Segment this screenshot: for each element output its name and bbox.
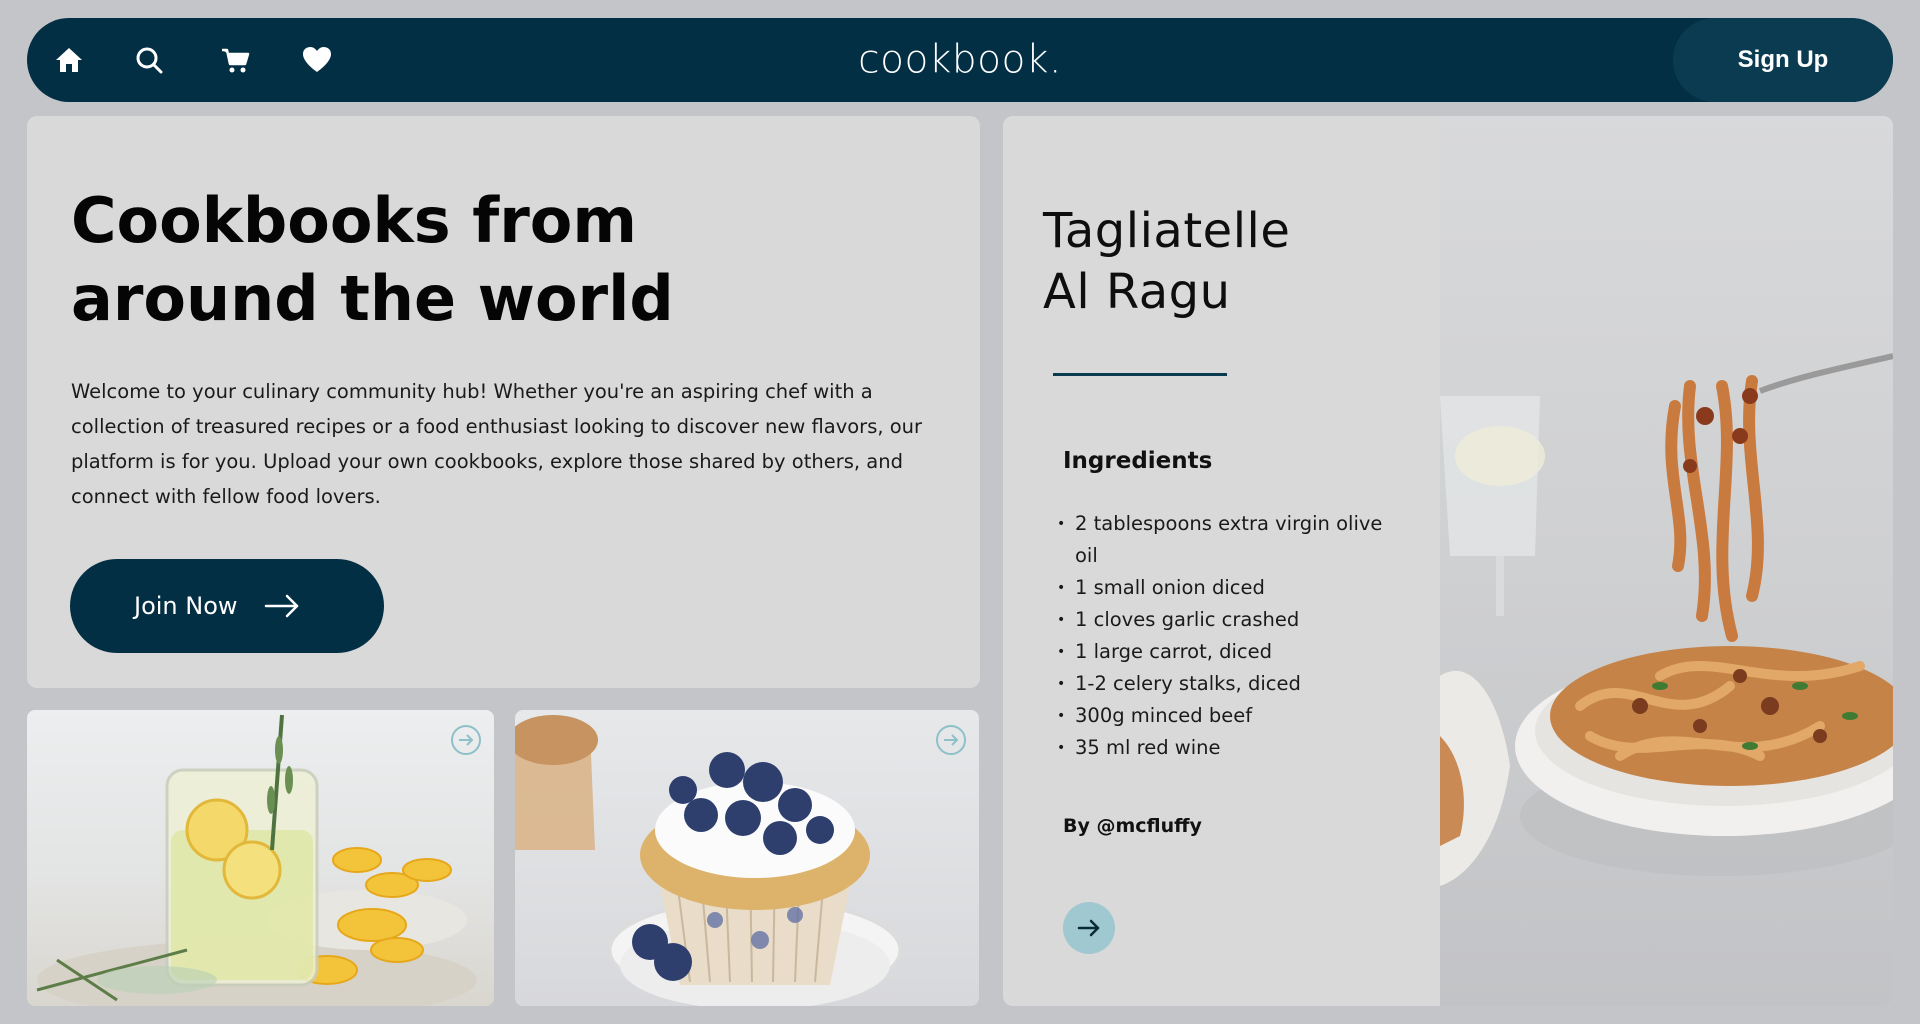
search-icon[interactable] xyxy=(135,46,163,74)
ingredient-item: 1-2 celery stalks, diced xyxy=(1057,668,1405,700)
arrow-right-icon xyxy=(264,594,300,618)
pasta-photo xyxy=(1440,116,1893,1006)
recipe-title-line1: Tagliatelle xyxy=(1043,203,1291,259)
open-arrow-icon[interactable] xyxy=(935,724,967,756)
title-divider xyxy=(1053,373,1227,376)
arrow-right-icon xyxy=(1077,919,1100,937)
heart-icon[interactable] xyxy=(302,46,332,74)
muffin-photo xyxy=(515,715,902,1006)
ingredient-item: 300g minced beef xyxy=(1057,700,1405,732)
hero-title-line2: around the world xyxy=(71,262,674,335)
recipe-title: Tagliatelle Al Ragu xyxy=(1043,201,1423,323)
ingredients-heading: Ingredients xyxy=(1063,448,1213,474)
ingredient-item: 35 ml red wine xyxy=(1057,732,1405,764)
open-recipe-button[interactable] xyxy=(1063,902,1115,954)
top-navbar: cookbook. Sign Up xyxy=(27,18,1893,102)
lemonade-recipe-card[interactable] xyxy=(27,710,494,1006)
hero-title-line1: Cookbooks from xyxy=(71,184,637,257)
join-now-button[interactable]: Join Now xyxy=(70,559,384,653)
sign-up-button[interactable]: Sign Up xyxy=(1673,18,1893,102)
recipe-author[interactable]: By @mcfluffy xyxy=(1063,815,1202,837)
ingredient-item: 1 small onion diced xyxy=(1057,572,1405,604)
open-arrow-icon[interactable] xyxy=(450,724,482,756)
ingredient-item: 1 large carrot, diced xyxy=(1057,636,1405,668)
recipe-text-column: Tagliatelle Al Ragu Ingredients 2 tables… xyxy=(1003,116,1440,1006)
recipe-title-line2: Al Ragu xyxy=(1043,264,1231,320)
lemonade-photo xyxy=(36,714,477,1006)
ingredient-item: 1 cloves garlic crashed xyxy=(1057,604,1405,636)
ingredients-list: 2 tablespoons extra virgin olive oil 1 s… xyxy=(1057,508,1405,764)
ingredient-item: 2 tablespoons extra virgin olive oil xyxy=(1057,508,1405,572)
brand-logo[interactable]: cookbook. xyxy=(858,38,1062,83)
hero-description: Welcome to your culinary community hub! … xyxy=(71,380,923,508)
join-now-label: Join Now xyxy=(134,592,238,620)
cart-icon[interactable] xyxy=(220,46,250,74)
featured-recipe-card: Tagliatelle Al Ragu Ingredients 2 tables… xyxy=(1003,116,1893,1006)
muffin-recipe-card[interactable] xyxy=(515,710,979,1006)
hero-card: Cookbooks from around the world Welcome … xyxy=(27,116,980,688)
home-icon[interactable] xyxy=(54,46,84,74)
hero-title: Cookbooks from around the world xyxy=(71,182,871,338)
